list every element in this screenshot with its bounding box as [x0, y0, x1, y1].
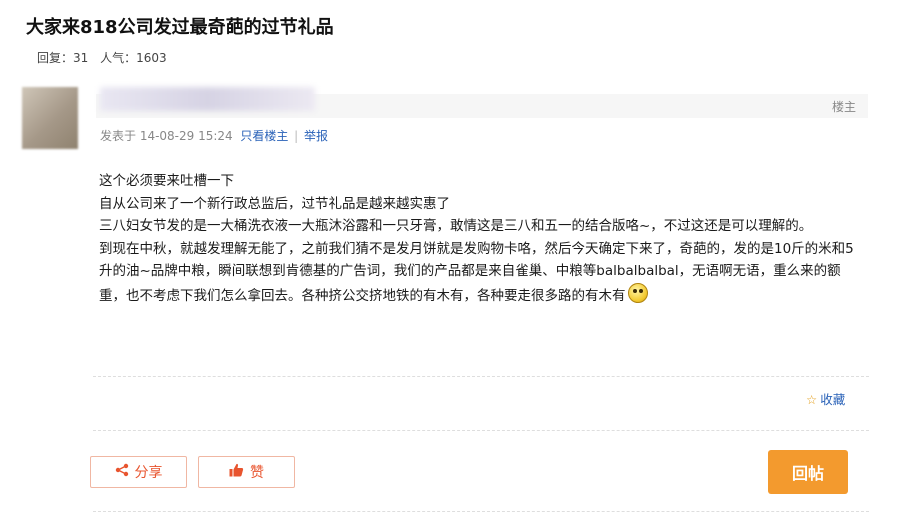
post-meta: 发表于 14-08-29 15:24 只看楼主 | 举报 — [100, 127, 328, 144]
post-paragraph-text: 到现在中秋，就越发理解无能了，之前我们猜不是发月饼就是发购物卡咯，然后今天确定下… — [99, 240, 854, 304]
thumbs-up-icon — [229, 463, 244, 481]
floor-label: 楼主 — [831, 100, 856, 114]
smiley-sweat-icon — [627, 282, 648, 303]
post-paragraph: 三八妇女节发的是一大桶洗衣液一大瓶沐浴露和一只牙膏，敢情这是三八和五一的结合版咯… — [99, 218, 813, 234]
divider — [93, 376, 869, 377]
share-button[interactable]: 分享 — [90, 456, 187, 488]
post-time: 发表于 14-08-29 15:24 — [100, 129, 233, 143]
like-button[interactable]: 赞 — [198, 456, 295, 488]
post-paragraph: 到现在中秋，就越发理解无能了，之前我们猜不是发月饼就是发购物卡咯，然后今天确定下… — [99, 238, 859, 308]
reply-button[interactable]: 回帖 — [768, 450, 848, 494]
meta-separator: | — [294, 129, 299, 143]
thread-title: 大家来818公司发过最奇葩的过节礼品 — [26, 17, 334, 38]
divider — [93, 511, 869, 512]
only-author-link[interactable]: 只看楼主 — [240, 129, 288, 143]
view-count: 人气：1603 — [100, 51, 167, 65]
reply-count: 回复：31 — [37, 51, 89, 65]
post-content: 这个必须要来吐槽一下 自从公司来了一个新行政总监后，过节礼品是越来越实惠了 三八… — [99, 170, 859, 307]
username-blurred[interactable] — [100, 87, 315, 111]
thread-stats: 回复：31 人气：1603 — [37, 49, 175, 66]
post-paragraph: 这个必须要来吐槽一下 — [99, 173, 234, 189]
collect-button[interactable]: ☆ 收藏 — [806, 389, 845, 408]
post-paragraph: 自从公司来了一个新行政总监后，过节礼品是越来越实惠了 — [99, 195, 450, 212]
star-icon: ☆ — [806, 392, 818, 407]
share-icon — [115, 463, 129, 481]
avatar[interactable] — [22, 87, 78, 149]
share-label: 分享 — [134, 465, 163, 481]
divider — [93, 430, 869, 431]
like-label: 赞 — [250, 465, 264, 481]
collect-label: 收藏 — [820, 392, 846, 407]
report-link[interactable]: 举报 — [304, 129, 328, 143]
